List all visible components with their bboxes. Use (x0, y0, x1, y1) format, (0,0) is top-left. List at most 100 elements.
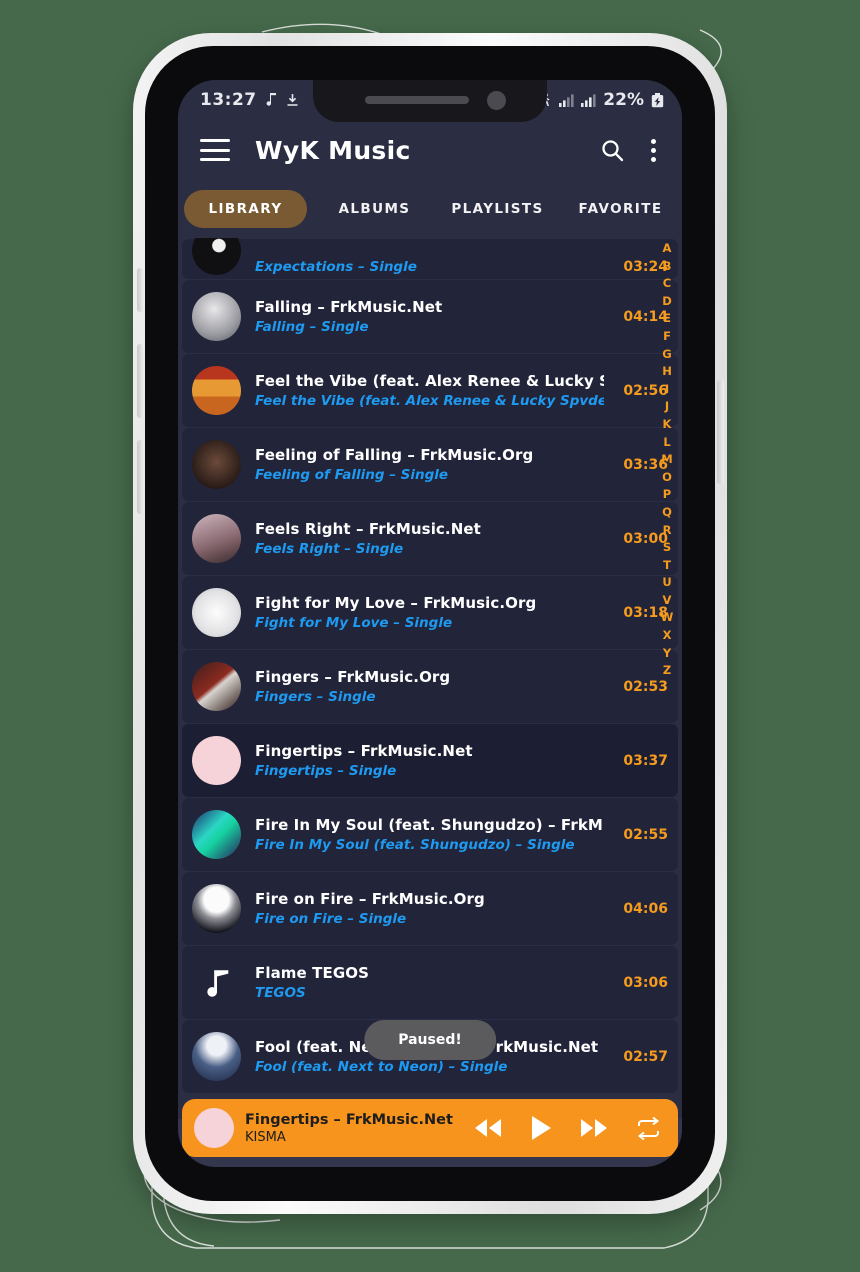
album-art (192, 440, 241, 489)
song-subtitle: Fingers – Single (255, 689, 376, 705)
album-art (192, 588, 241, 637)
song-title: Flame TEGOS (255, 964, 369, 982)
player-artist: KISMA (245, 1129, 286, 1145)
song-duration: 03:06 (623, 974, 668, 991)
index-letter[interactable]: U (662, 574, 671, 592)
index-letter[interactable]: P (663, 486, 671, 504)
music-note-icon (206, 969, 228, 997)
index-letter[interactable]: L (663, 434, 670, 452)
kebab-menu-icon[interactable] (651, 138, 656, 162)
phone-button-volume-up (137, 344, 144, 418)
index-letter[interactable]: B (663, 258, 672, 276)
index-letter[interactable]: M (661, 451, 672, 469)
song-subtitle: Feeling of Falling – Single (255, 467, 449, 483)
earpiece-speaker (365, 96, 469, 104)
song-subtitle: Falling – Single (255, 319, 369, 335)
download-icon (287, 94, 298, 106)
album-art (192, 366, 241, 415)
song-subtitle: Expectations – Single (255, 259, 417, 275)
music-note-icon (266, 92, 276, 106)
song-duration: 02:57 (623, 1048, 668, 1065)
album-art (192, 514, 241, 563)
front-camera (487, 91, 506, 110)
index-letter[interactable]: S (663, 539, 671, 557)
song-title: Fire on Fire – FrkMusic.Org (255, 890, 485, 908)
list-item[interactable]: Flame TEGOS TEGOS 03:06 (182, 946, 678, 1019)
index-letter[interactable]: X (663, 627, 672, 645)
app-bar: WyK Music (178, 120, 682, 180)
fast-forward-icon[interactable] (579, 1117, 609, 1139)
list-item[interactable]: Fingers – FrkMusic.Org Fingers – Single … (182, 650, 678, 723)
album-art (192, 292, 241, 341)
index-letter[interactable]: J (665, 398, 669, 416)
list-item[interactable]: Feel the Vibe (feat. Alex Renee & Lucky … (182, 354, 678, 427)
rewind-icon[interactable] (473, 1117, 503, 1139)
list-item[interactable]: Falling – FrkMusic.Net Falling – Single … (182, 280, 678, 353)
index-letter[interactable]: O (662, 469, 672, 487)
phone-button-volume-down (137, 440, 144, 514)
index-letter[interactable]: A (663, 240, 672, 258)
index-letter[interactable]: V (663, 592, 672, 610)
index-letter[interactable]: G (662, 346, 671, 364)
song-title: Fire In My Soul (feat. Shungudzo) – FrkM… (255, 816, 604, 834)
phone-screen: 13:27 22% WyK Music LIBRARY ALBUMS PLAYL… (178, 80, 682, 1167)
song-duration: 02:55 (623, 826, 668, 843)
index-letter[interactable]: C (663, 275, 671, 293)
song-subtitle: Fire In My Soul (feat. Shungudzo) – Sing… (255, 837, 575, 853)
index-letter[interactable]: I (665, 381, 669, 399)
battery-percentage: 22% (603, 90, 644, 110)
repeat-icon[interactable] (635, 1116, 662, 1141)
list-item[interactable]: Feels Right – FrkMusic.Net Feels Right –… (182, 502, 678, 575)
tab-albums[interactable]: ALBUMS (313, 190, 436, 228)
phone-notch (313, 80, 547, 122)
index-letter[interactable]: D (662, 293, 672, 311)
list-item[interactable]: Fire on Fire – FrkMusic.Org Fire on Fire… (182, 872, 678, 945)
list-item[interactable]: Fight for My Love – FrkMusic.Org Fight f… (182, 576, 678, 649)
hamburger-icon[interactable] (200, 139, 230, 161)
toast-message: Paused! (364, 1020, 496, 1060)
index-letter[interactable]: Y (663, 645, 671, 663)
index-letter[interactable]: E (663, 310, 671, 328)
page-title: WyK Music (255, 135, 411, 165)
song-subtitle: Fingertips – Single (255, 763, 397, 779)
list-item[interactable]: Feeling of Falling – FrkMusic.Org Feelin… (182, 428, 678, 501)
signal-bars-icon (581, 93, 596, 107)
index-letter[interactable]: R (663, 522, 672, 540)
song-subtitle: Fight for My Love – Single (255, 615, 453, 631)
status-time: 13:27 (200, 90, 257, 110)
song-title: Fingers – FrkMusic.Org (255, 668, 451, 686)
player-track-title: Fingertips – FrkMusic.Net (245, 1111, 453, 1128)
album-art (192, 238, 241, 275)
song-subtitle: TEGOS (255, 985, 306, 1001)
index-letter[interactable]: H (662, 363, 672, 381)
phone-button-power (717, 380, 724, 484)
album-art (192, 662, 241, 711)
signal-bars-icon (559, 93, 574, 107)
list-item[interactable]: Fire In My Soul (feat. Shungudzo) – FrkM… (182, 798, 678, 871)
song-duration: 03:37 (623, 752, 668, 769)
song-title: Falling – FrkMusic.Net (255, 298, 443, 316)
list-item[interactable]: Fingertips – FrkMusic.Net Fingertips – S… (182, 724, 678, 797)
mini-player[interactable]: Fingertips – FrkMusic.Net KISMA (182, 1099, 678, 1157)
index-letter[interactable]: K (663, 416, 672, 434)
song-title: Feeling of Falling – FrkMusic.Org (255, 446, 534, 464)
index-letter[interactable]: W (661, 609, 674, 627)
alphabet-index[interactable]: A B C D E F G H I J K L M O P Q R S T U … (654, 240, 680, 680)
album-art (192, 736, 241, 785)
index-letter[interactable]: Z (663, 662, 671, 680)
song-subtitle: Fool (feat. Next to Neon) – Single (255, 1059, 508, 1075)
index-letter[interactable]: T (663, 557, 671, 575)
player-album-art (194, 1108, 234, 1148)
tab-playlists[interactable]: PLAYLISTS (436, 190, 559, 228)
song-title: Fight for My Love – FrkMusic.Org (255, 594, 537, 612)
index-letter[interactable]: Q (662, 504, 672, 522)
index-letter[interactable]: F (663, 328, 671, 346)
play-icon[interactable] (529, 1115, 553, 1141)
song-duration: 02:53 (623, 678, 668, 695)
song-title: Feels Right – FrkMusic.Net (255, 520, 481, 538)
search-icon[interactable] (600, 138, 625, 163)
list-item[interactable]: Expectations – Single 03:24 (182, 238, 678, 279)
album-art (192, 884, 241, 933)
tab-favorite[interactable]: FAVORITE (559, 190, 682, 228)
tab-library[interactable]: LIBRARY (184, 190, 307, 228)
